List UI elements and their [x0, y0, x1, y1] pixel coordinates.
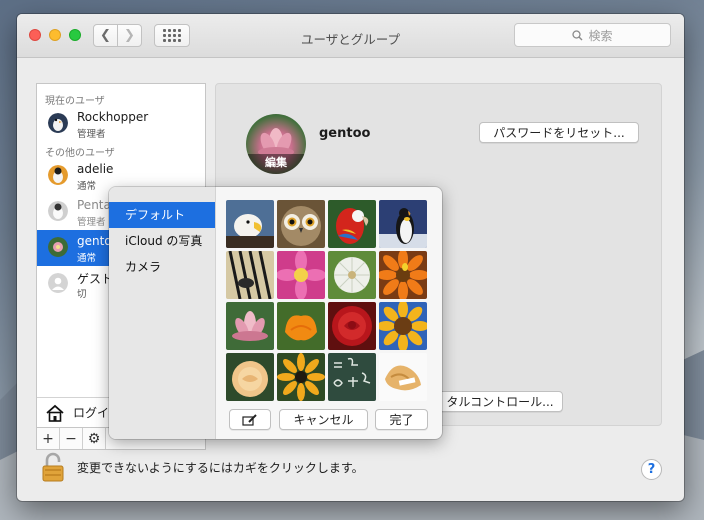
user-name: ゲスト	[77, 272, 114, 286]
penguin-avatar	[48, 201, 68, 221]
reset-password-button[interactable]: パスワードをリセット...	[479, 122, 639, 143]
user-name: Rockhopper	[77, 110, 149, 124]
camera-edit-button[interactable]	[229, 409, 271, 430]
search-icon	[572, 29, 583, 40]
picture-source-list: デフォルト iCloud の写真 カメラ	[109, 187, 216, 439]
cancel-button[interactable]: キャンセル	[279, 409, 368, 430]
picture-lotus[interactable]	[226, 302, 274, 350]
guest-avatar-icon	[48, 273, 68, 293]
picture-grid	[226, 200, 429, 401]
picture-owl[interactable]	[277, 200, 325, 248]
user-role: 管理者	[77, 217, 106, 228]
picture-orange-flower[interactable]	[379, 251, 427, 299]
source-default[interactable]: デフォルト	[109, 202, 215, 228]
parental-controls-button[interactable]: タルコントロール...	[437, 391, 563, 412]
login-options-label: ログイ	[73, 406, 110, 420]
user-picture[interactable]: 編集	[246, 114, 306, 174]
user-name: adelie	[77, 162, 114, 176]
penguin-avatar	[48, 113, 68, 133]
user-name: Penta	[77, 198, 111, 212]
picture-picker-popover: デフォルト iCloud の写真 カメラ キャンセル 完了	[109, 187, 442, 439]
user-row-rockhopper[interactable]: Rockhopper 管理者	[37, 106, 205, 142]
penguin-avatar	[48, 165, 68, 185]
add-user-button[interactable]: +	[37, 428, 60, 449]
picture-yellow-rose[interactable]	[226, 353, 274, 401]
lock-icon[interactable]	[41, 452, 65, 482]
picture-poppy[interactable]	[277, 302, 325, 350]
gear-icon[interactable]: ⚙	[83, 428, 106, 449]
picture-fortune-cookie[interactable]	[379, 353, 427, 401]
picture-parrot[interactable]	[328, 200, 376, 248]
picture-dandelion[interactable]	[328, 251, 376, 299]
picture-eagle[interactable]	[226, 200, 274, 248]
remove-user-button[interactable]: −	[60, 428, 83, 449]
lock-row: 変更できないようにするにはカギをクリックします。	[41, 452, 364, 482]
picture-pink-flower[interactable]	[277, 251, 325, 299]
search-placeholder: 検索	[588, 28, 613, 43]
current-user-header: 現在のユーザ	[45, 96, 105, 107]
help-button[interactable]: ?	[641, 459, 662, 480]
picture-penguin[interactable]	[379, 200, 427, 248]
titlebar: ❮ ❯ ユーザとグループ 検索	[17, 14, 684, 58]
source-camera[interactable]: カメラ	[109, 254, 215, 280]
search-field[interactable]: 検索	[514, 23, 671, 47]
other-users-header: その他のユーザ	[45, 148, 115, 159]
source-icloud-photos[interactable]: iCloud の写真	[109, 228, 215, 254]
user-role: 切	[77, 289, 87, 300]
edit-icon	[242, 413, 257, 426]
picture-zebra[interactable]	[226, 251, 274, 299]
edit-picture-label: 編集	[246, 154, 306, 174]
user-full-name: gentoo	[319, 126, 371, 141]
picture-sunflower[interactable]	[379, 302, 427, 350]
user-role: 管理者	[77, 129, 106, 140]
user-name: gento	[77, 234, 112, 248]
picture-black-eyed-susan[interactable]	[277, 353, 325, 401]
picture-chalkboard[interactable]	[328, 353, 376, 401]
lock-message: 変更できないようにするにはカギをクリックします。	[77, 460, 364, 475]
picture-red-rose[interactable]	[328, 302, 376, 350]
user-role: 通常	[77, 253, 97, 264]
flower-avatar	[48, 237, 68, 257]
user-role: 通常	[77, 181, 97, 192]
done-button[interactable]: 完了	[375, 409, 428, 430]
house-icon	[46, 404, 64, 422]
